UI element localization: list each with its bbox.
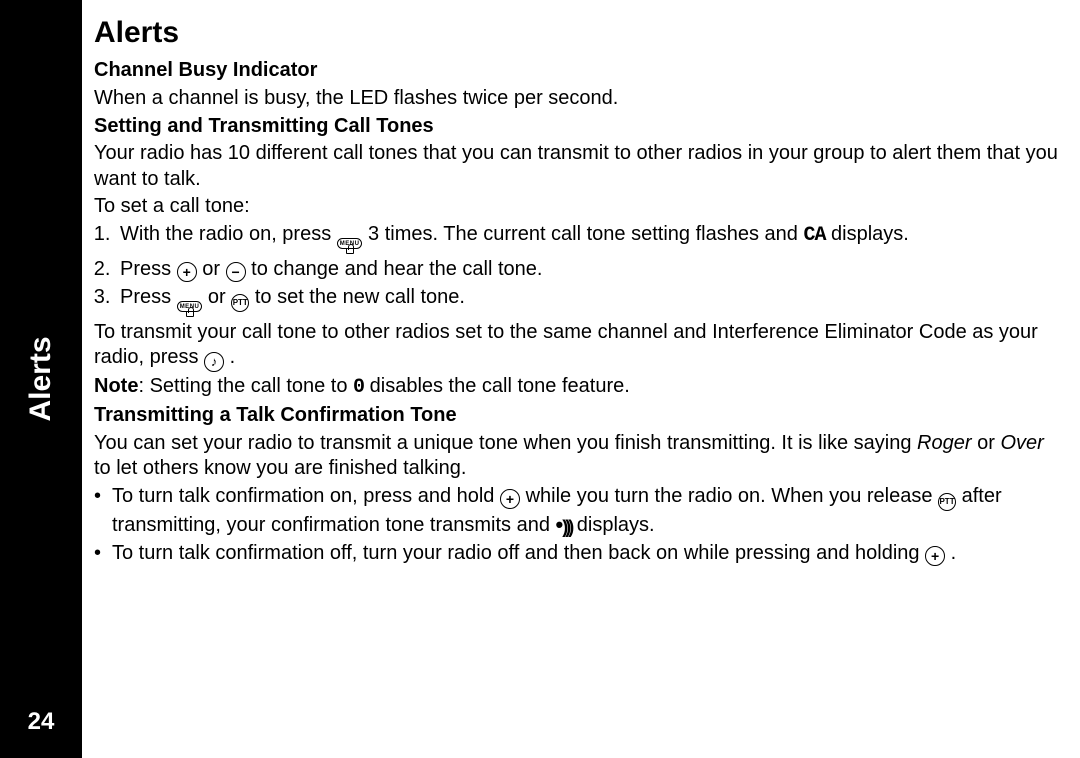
step2-text-mid: or [202, 258, 225, 280]
bullet-2: • To turn talk confirmation off, turn yo… [94, 541, 1060, 567]
heading-talk-confirm: Transmitting a Talk Confirmation Tone [94, 403, 1060, 429]
ptt-icon-2: PTT [938, 493, 956, 511]
sidebar: Alerts 24 [0, 0, 82, 758]
ca-display-icon: CA [803, 224, 825, 247]
step3-text-mid: or [208, 286, 231, 308]
plus-icon-2: + [500, 489, 520, 509]
transmit-text-a: To transmit your call tone to other radi… [94, 321, 1038, 369]
steps-list: With the radio on, press MENU 3 times. T… [94, 222, 1060, 318]
step2-text-b: to change and hear the call tone. [251, 258, 542, 280]
confirm-intro-a: You can set your radio to transmit a uni… [94, 432, 917, 454]
bullet-1: • To turn talk confirmation on, press an… [94, 484, 1060, 539]
b1-d: displays. [577, 514, 655, 536]
b2-a: To turn talk confirmation off, turn your… [112, 542, 925, 564]
menu-lock-icon: MENU [337, 238, 363, 255]
page-container: Alerts 24 Alerts Channel Busy Indicator … [0, 0, 1080, 758]
bullet-2-text: To turn talk confirmation off, turn your… [112, 541, 1060, 567]
bullet-dot-1: • [94, 484, 104, 539]
roger-italic: Roger [917, 432, 971, 454]
step1-text-c: displays. [831, 223, 909, 245]
heading-channel-busy: Channel Busy Indicator [94, 58, 1060, 84]
body-to-set: To set a call tone: [94, 194, 1060, 220]
page-number: 24 [0, 708, 82, 736]
plus-icon-3: + [925, 546, 945, 566]
sound-waves-icon: •))) [556, 511, 572, 539]
step3-text-a: Press [120, 286, 177, 308]
content-area: Alerts Channel Busy Indicator When a cha… [82, 0, 1080, 758]
step1-text-b: 3 times. The current call tone setting f… [368, 223, 803, 245]
note-paragraph: Note: Setting the call tone to 0 disable… [94, 374, 1060, 401]
ptt-icon: PTT [231, 294, 249, 312]
b1-a: To turn talk confirmation on, press and … [112, 485, 500, 507]
b2-b: . [951, 542, 957, 564]
transmit-text-b: . [230, 346, 236, 368]
body-channel-busy: When a channel is busy, the LED flashes … [94, 86, 1060, 112]
transmit-paragraph: To transmit your call tone to other radi… [94, 320, 1060, 373]
music-note-icon: ♪ [204, 352, 224, 372]
note-text-b: disables the call tone feature. [370, 375, 630, 397]
page-title: Alerts [94, 14, 1060, 52]
step3-text-b: to set the new call tone. [255, 286, 465, 308]
sidebar-section-label: Alerts [24, 336, 58, 421]
zero-display-icon: 0 [353, 376, 364, 399]
body-call-tones-intro: Your radio has 10 different call tones t… [94, 141, 1060, 192]
step-2: Press + or − to change and hear the call… [116, 257, 1060, 283]
note-text-a: : Setting the call tone to [138, 375, 353, 397]
lock-icon [346, 248, 354, 254]
confirm-intro-mid: or [972, 432, 1001, 454]
bullet-1-text: To turn talk confirmation on, press and … [112, 484, 1060, 539]
bullet-dot-2: • [94, 541, 104, 567]
menu-lock-icon-2: MENU [177, 301, 203, 318]
b1-b: while you turn the radio on. When you re… [526, 485, 938, 507]
plus-icon: + [177, 262, 197, 282]
step1-text-a: With the radio on, press [120, 223, 337, 245]
heading-call-tones: Setting and Transmitting Call Tones [94, 114, 1060, 140]
body-talk-confirm-intro: You can set your radio to transmit a uni… [94, 431, 1060, 482]
lock-icon-2 [186, 311, 194, 317]
bullet-list: • To turn talk confirmation on, press an… [94, 484, 1060, 567]
over-italic: Over [1000, 432, 1043, 454]
minus-icon: − [226, 262, 246, 282]
confirm-intro-b: to let others know you are finished talk… [94, 457, 466, 479]
note-label: Note [94, 375, 138, 397]
step-1: With the radio on, press MENU 3 times. T… [116, 222, 1060, 255]
step2-text-a: Press [120, 258, 177, 280]
step-3: Press MENU or PTT to set the new call to… [116, 285, 1060, 318]
